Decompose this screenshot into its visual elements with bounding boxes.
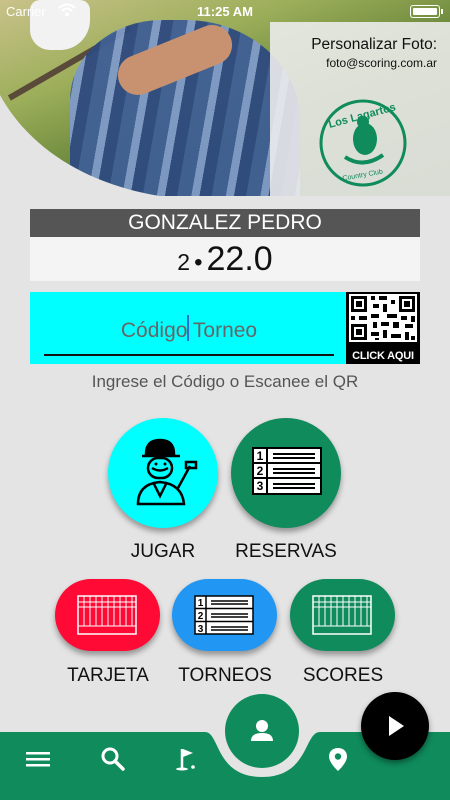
separator-dot: •	[194, 249, 203, 276]
svg-text:1: 1	[198, 598, 204, 609]
battery-icon	[410, 5, 443, 18]
golfer-icon	[136, 438, 198, 506]
svg-text:3: 3	[198, 624, 204, 635]
player-name: GONZALEZ PEDRO	[30, 209, 420, 237]
clock: 11:25 AM	[197, 4, 253, 19]
handicap-value: 22.0	[206, 240, 273, 278]
svg-text:3: 3	[257, 479, 264, 493]
tournaments-button[interactable]: 1 2 3	[172, 579, 277, 651]
play-icon	[389, 716, 404, 736]
scores-label: SCORES	[302, 665, 384, 686]
handicap-index: 2	[177, 249, 191, 275]
profile-button[interactable]	[225, 694, 299, 768]
qr-scan-button[interactable]: CLICK AQUI	[346, 292, 420, 364]
personalize-photo-title: Personalizar Foto:	[311, 36, 437, 53]
scorecard-grid-icon	[312, 595, 372, 635]
ranked-list-icon: 1 2 3	[194, 595, 254, 635]
svg-text:Country Club: Country Club	[342, 169, 384, 183]
svg-text:2: 2	[198, 611, 204, 622]
scorecard-button[interactable]	[55, 579, 160, 651]
handicap-display: 2 • 22.0	[30, 237, 420, 281]
svg-text:2: 2	[257, 464, 264, 478]
profile-icon	[251, 720, 273, 741]
scorecard-label: TARJETA	[67, 665, 149, 686]
tournaments-label: TORNEOS	[178, 665, 272, 686]
status-bar: Carrier 11:25 AM	[0, 0, 450, 22]
play-button[interactable]	[108, 418, 218, 528]
scores-button[interactable]	[290, 579, 395, 651]
club-logo: Los Lagartos Country Club	[319, 99, 407, 187]
svg-text:1: 1	[257, 449, 264, 463]
personalize-photo-email: foto@scoring.com.ar	[326, 56, 437, 70]
tournament-code-input[interactable]	[44, 308, 334, 356]
text-cursor	[187, 315, 189, 341]
hero-photo: Personalizar Foto: foto@scoring.com.ar L…	[0, 0, 450, 196]
start-round-button[interactable]	[361, 692, 429, 760]
scorecard-grid-icon	[77, 595, 137, 635]
play-label: JUGAR	[130, 541, 196, 562]
menu-icon[interactable]	[25, 746, 51, 772]
personalize-photo-panel[interactable]: Personalizar Foto: foto@scoring.com.ar L…	[270, 22, 450, 196]
search-icon[interactable]	[100, 746, 126, 772]
location-icon[interactable]	[325, 746, 351, 772]
qr-code-icon	[349, 294, 417, 342]
reservations-button[interactable]: 123	[231, 418, 341, 528]
reservations-label: RESERVAS	[235, 541, 337, 562]
code-hint: Ingrese el Código o Escanee el QR	[91, 372, 359, 391]
ranked-list-icon: 123	[252, 447, 322, 495]
golf-flag-icon[interactable]	[173, 746, 199, 772]
tournament-code-box: CLICK AQUI	[30, 292, 420, 364]
qr-click-label: CLICK AQUI	[352, 350, 414, 362]
